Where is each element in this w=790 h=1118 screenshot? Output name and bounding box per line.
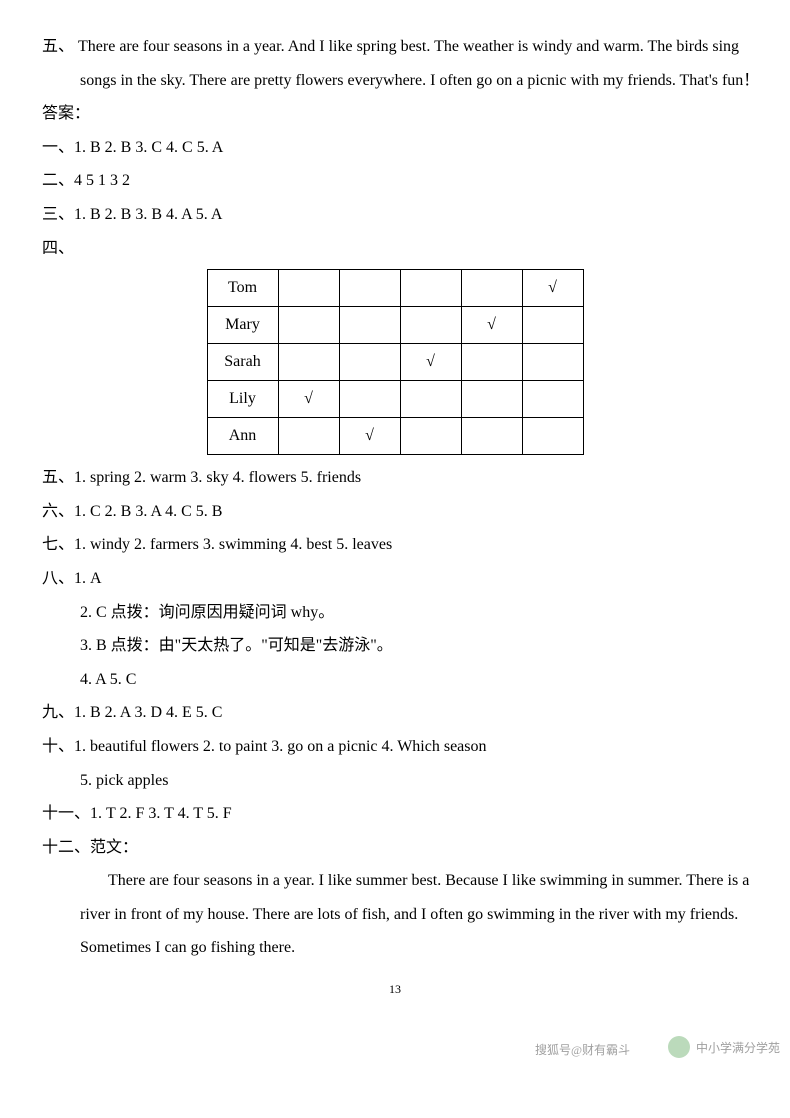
answer-section-10-line1: 十、1. beautiful flowers 2. to paint 3. go… <box>28 730 762 764</box>
answer-section-3: 三、1. B 2. B 3. B 4. A 5. A <box>28 198 762 232</box>
cell <box>461 270 522 307</box>
answers-label: 答案： <box>28 97 762 131</box>
answer-section-5: 五、1. spring 2. warm 3. sky 4. flowers 5.… <box>28 461 762 495</box>
section-five-passage: 五、 There are four seasons in a year. And… <box>28 30 762 97</box>
cell: √ <box>278 381 339 418</box>
table-row: Mary √ <box>207 307 583 344</box>
table-row: Lily √ <box>207 381 583 418</box>
answer-table: Tom √ Mary √ Sarah √ Lily √ <box>207 269 584 455</box>
answer-section-7: 七、1. windy 2. farmers 3. swimming 4. bes… <box>28 528 762 562</box>
cell: √ <box>461 307 522 344</box>
cell <box>339 381 400 418</box>
section-five-label: 五、 <box>42 38 74 55</box>
answer-section-9: 九、1. B 2. A 3. D 4. E 5. C <box>28 696 762 730</box>
answer-section-6: 六、1. C 2. B 3. A 4. C 5. B <box>28 495 762 529</box>
answer-section-10-line2: 5. pick apples <box>28 764 762 798</box>
row-name: Tom <box>207 270 278 307</box>
row-name: Mary <box>207 307 278 344</box>
cell <box>278 307 339 344</box>
watermark-left: 搜狐号@财有霸斗 <box>535 1041 630 1058</box>
watermark-right-text: 中小学满分学苑 <box>696 1039 780 1056</box>
table-row: Tom √ <box>207 270 583 307</box>
page-number: 13 <box>28 977 762 1002</box>
cell <box>278 418 339 455</box>
cell <box>339 344 400 381</box>
cell <box>400 418 461 455</box>
cell <box>278 270 339 307</box>
cell <box>461 381 522 418</box>
watermark-right: 中小学满分学苑 <box>668 1036 780 1058</box>
answer-section-1: 一、1. B 2. B 3. C 4. C 5. A <box>28 131 762 165</box>
answer-section-11: 十一、1. T 2. F 3. T 4. T 5. F <box>28 797 762 831</box>
cell <box>522 344 583 381</box>
cell <box>339 307 400 344</box>
page-content: 五、 There are four seasons in a year. And… <box>0 0 790 1012</box>
row-name: Lily <box>207 381 278 418</box>
answer-section-8-line2: 2. C 点拨：询问原因用疑问词 why。 <box>28 596 762 630</box>
row-name: Sarah <box>207 344 278 381</box>
answer-section-12-essay: There are four seasons in a year. I like… <box>28 864 762 965</box>
cell: √ <box>522 270 583 307</box>
cell <box>400 381 461 418</box>
answer-section-4-label: 四、 <box>28 232 762 266</box>
row-name: Ann <box>207 418 278 455</box>
cell <box>400 270 461 307</box>
answer-section-8-line1: 八、1. A <box>28 562 762 596</box>
cell <box>461 418 522 455</box>
cell <box>522 418 583 455</box>
cell <box>461 344 522 381</box>
cell <box>400 307 461 344</box>
answer-section-12-label: 十二、范文： <box>28 831 762 865</box>
cell: √ <box>400 344 461 381</box>
cell <box>522 381 583 418</box>
cell <box>339 270 400 307</box>
answer-section-2: 二、4 5 1 3 2 <box>28 164 762 198</box>
answer-section-8-line3: 3. B 点拨：由"天太热了。"可知是"去游泳"。 <box>28 629 762 663</box>
answer-section-8-line4: 4. A 5. C <box>28 663 762 697</box>
section-five-text: There are four seasons in a year. And I … <box>78 38 759 89</box>
table-row: Sarah √ <box>207 344 583 381</box>
logo-icon <box>668 1036 690 1058</box>
cell <box>522 307 583 344</box>
footer: 搜狐号@财有霸斗 中小学满分学苑 <box>0 1012 790 1052</box>
table-row: Ann √ <box>207 418 583 455</box>
cell <box>278 344 339 381</box>
cell: √ <box>339 418 400 455</box>
